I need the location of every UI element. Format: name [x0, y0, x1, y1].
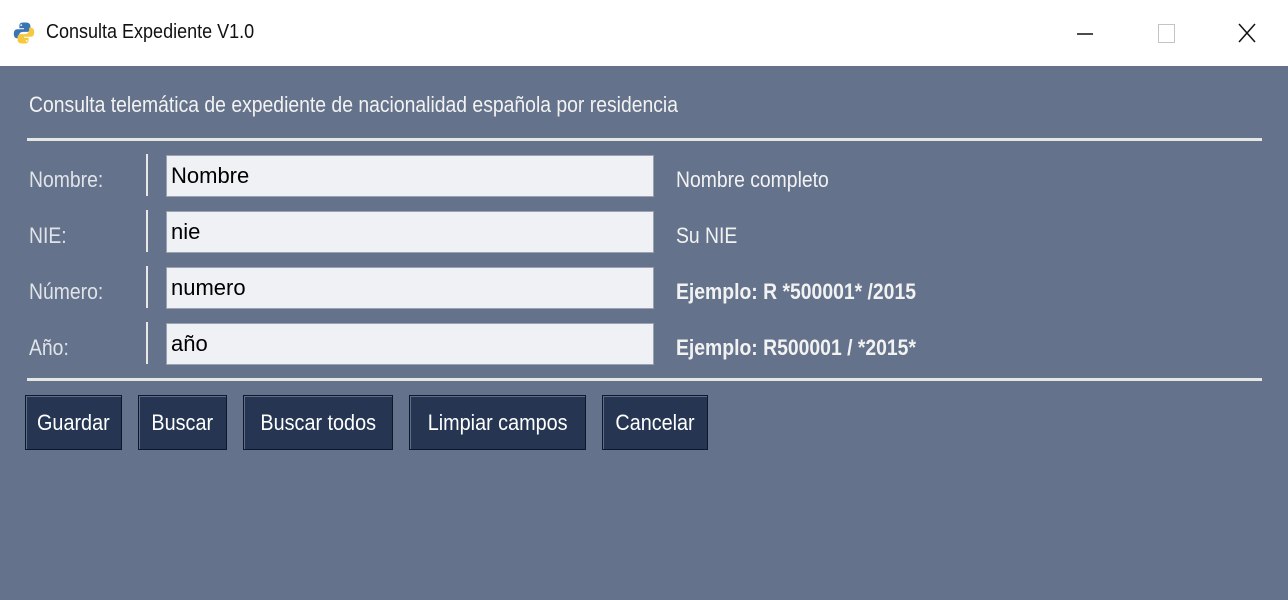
nie-input[interactable]	[166, 211, 654, 253]
maximize-button[interactable]	[1125, 0, 1205, 66]
guardar-button[interactable]: Guardar	[25, 395, 122, 450]
cancelar-button[interactable]: Cancelar	[602, 395, 708, 450]
buscar-todos-button[interactable]: Buscar todos	[243, 395, 393, 450]
main-panel: Consulta telemática de expediente de nac…	[0, 66, 1288, 600]
python-icon	[13, 22, 35, 44]
guardar-button-label: Guardar	[37, 409, 110, 435]
nombre-input[interactable]	[166, 155, 654, 197]
row-divider	[146, 266, 148, 308]
nombre-hint: Nombre completo	[676, 167, 829, 192]
limpiar-campos-button[interactable]: Limpiar campos	[409, 395, 586, 450]
page-title: Consulta telemática de expediente de nac…	[29, 92, 679, 117]
row-divider	[146, 210, 148, 252]
minimize-icon	[1077, 33, 1093, 35]
numero-hint: Ejemplo: R *500001* /2015	[676, 279, 916, 304]
close-button[interactable]	[1205, 0, 1285, 66]
numero-label: Número:	[29, 279, 104, 304]
close-icon	[1238, 23, 1256, 43]
nie-hint: Su NIE	[676, 223, 738, 248]
row-divider	[146, 322, 148, 364]
ano-input[interactable]	[166, 323, 654, 365]
limpiar-campos-button-label: Limpiar campos	[427, 409, 568, 435]
buscar-button-label: Buscar	[151, 409, 214, 435]
bottom-separator	[27, 378, 1262, 381]
nombre-label: Nombre:	[29, 167, 104, 192]
top-separator	[27, 138, 1262, 141]
cancelar-button-label: Cancelar	[615, 409, 695, 435]
row-divider	[146, 154, 148, 196]
ano-hint: Ejemplo: R500001 / *2015*	[676, 335, 916, 360]
ano-label: Año:	[29, 335, 69, 360]
buscar-button[interactable]: Buscar	[138, 395, 227, 450]
numero-input[interactable]	[166, 267, 654, 309]
buscar-todos-button-label: Buscar todos	[260, 409, 376, 435]
maximize-icon	[1158, 24, 1175, 43]
nie-label: NIE:	[29, 223, 67, 248]
title-bar: Consulta Expediente V1.0	[0, 0, 1288, 66]
minimize-button[interactable]	[1045, 0, 1125, 66]
window-title: Consulta Expediente V1.0	[46, 21, 255, 43]
